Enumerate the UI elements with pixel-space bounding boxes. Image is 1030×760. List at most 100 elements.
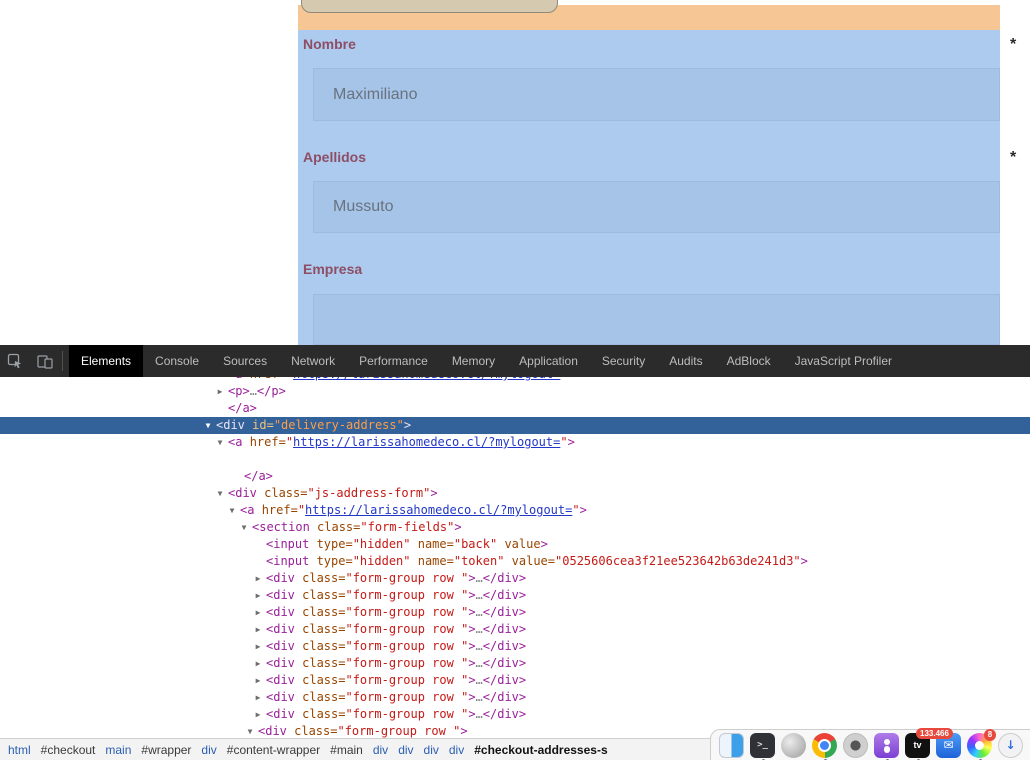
expand-arrow-icon[interactable]: ▶ [252,706,264,723]
syntax-token: name= [417,537,454,551]
launchpad-icon[interactable] [781,732,806,758]
syntax-token: href= [250,377,286,381]
tree-line[interactable]: ▶ <div class="form-group row ">…</div> [0,638,1030,655]
terminal-icon[interactable]: >_ [750,732,775,760]
syntax-token: id= [252,418,274,432]
tab-security[interactable]: Security [590,345,657,377]
tab-application[interactable]: Application [507,345,590,377]
breadcrumb-item[interactable]: #wrapper [141,743,191,757]
tree-line[interactable]: </a> [0,400,1030,417]
syntax-token: " [560,435,568,449]
syntax-token: <p> [228,384,250,398]
collapse-arrow-icon[interactable]: ▼ [226,502,238,519]
breadcrumb-item[interactable]: div [449,743,464,757]
attribute-link[interactable]: https://larissahomedeco.cl/?mylogout= [293,435,560,449]
syntax-token: <div [266,656,303,670]
tree-line[interactable]: ▶ <div class="form-group row ">…</div> [0,689,1030,706]
tree-line[interactable]: ▶ <div class="form-group row ">…</div> [0,587,1030,604]
syntax-token: > [567,435,575,449]
collapse-arrow-icon[interactable]: ▼ [202,417,214,434]
tab-performance[interactable]: Performance [347,345,440,377]
tab-sources[interactable]: Sources [211,345,279,377]
syntax-token: > [579,503,587,517]
tree-line[interactable]: ▼ <div class="js-address-form"> [0,485,1030,502]
attribute-link[interactable]: https://larissahomedeco.cl/?mylogout= [305,503,572,517]
syntax-token: <div [266,605,303,619]
expand-arrow-icon[interactable]: ▶ [252,570,264,587]
breadcrumb-item[interactable]: #content-wrapper [227,743,320,757]
breadcrumb-item[interactable]: div [424,743,439,757]
device-toolbar-icon[interactable] [30,345,60,377]
breadcrumb-item[interactable]: html [8,743,31,757]
tree-line[interactable]: ▼ <section class="form-fields"> [0,519,1030,536]
tab-memory[interactable]: Memory [440,345,507,377]
downloads-glyph: ↓ [1005,738,1016,752]
syntax-token: > [468,605,476,619]
breadcrumb-item[interactable]: #checkout-addresses-s [474,743,607,757]
syntax-token: "form-group row " [345,639,469,653]
syntax-token: … [475,571,483,585]
tree-line-selected[interactable]: ▼ <div id="delivery-address"> [0,417,1030,434]
tree-line[interactable]: ▶ <div class="form-group row ">…</div> [0,672,1030,689]
tree-line[interactable]: <input type="hidden" name="back" value> [0,536,1030,553]
expand-arrow-icon[interactable]: ▶ [252,655,264,672]
syntax-token: "form-group row " [345,673,469,687]
tree-line[interactable] [0,451,1030,468]
text-input[interactable]: Maximiliano [313,68,1000,121]
expand-arrow-icon[interactable]: ▶ [252,638,264,655]
tree-line[interactable]: <input type="hidden" name="token" value=… [0,553,1030,570]
breadcrumb-item[interactable]: div [373,743,388,757]
tab-audits[interactable]: Audits [657,345,714,377]
syntax-token: "form-fields" [360,520,455,534]
tab-adblock[interactable]: AdBlock [715,345,783,377]
tree-line[interactable]: ▼ <a href="https://larissahomedeco.cl/?my… [0,434,1030,451]
text-input[interactable]: Mussuto [313,181,1000,233]
breadcrumb-item[interactable]: main [105,743,131,757]
expand-arrow-icon[interactable]: ▶ [252,621,264,638]
collapse-arrow-icon[interactable]: ▼ [238,519,250,536]
tab-console[interactable]: Console [143,345,211,377]
collapse-arrow-icon[interactable]: ▼ [214,434,226,451]
inspect-element-icon[interactable] [0,345,30,377]
syntax-token: "js-address-form" [307,486,431,500]
expand-arrow-icon[interactable]: ▶ [252,672,264,689]
expand-arrow-icon[interactable]: ▶ [252,689,264,706]
tab-elements[interactable]: Elements [69,345,144,377]
syntax-token: class= [302,673,346,687]
expand-arrow-icon[interactable]: ▶ [214,383,226,400]
finder-icon[interactable] [719,732,744,758]
photos-icon[interactable]: 8 [967,728,996,760]
tree-line[interactable]: ▶ <div class="form-group row ">…</div> [0,604,1030,621]
expand-arrow-icon[interactable]: ▶ [252,604,264,621]
attribute-link[interactable]: https://larissahomedeco.cl/?mylogout= [293,377,560,381]
expand-arrow-icon[interactable]: ▶ [252,587,264,604]
downloads-icon[interactable]: ↓ [998,732,1023,758]
chrome-icon[interactable] [812,732,837,760]
syntax-token: </a> [244,469,273,483]
tree-line[interactable]: </a> [0,468,1030,485]
tab-network[interactable]: Network [279,345,347,377]
breadcrumb-item[interactable]: div [201,743,216,757]
syntax-token: <div [266,622,303,636]
camera-icon[interactable] [843,732,868,758]
breadcrumb-item[interactable]: #main [330,743,363,757]
divider [62,351,63,371]
collapse-arrow-icon[interactable]: ▼ [214,485,226,502]
mail-icon[interactable]: ✉ 133.466 [916,727,961,758]
text-input[interactable] [313,294,1000,345]
syntax-token: </div> [482,605,527,619]
tree-line[interactable]: ▶ <div class="form-group row ">…</div> [0,706,1030,723]
collapse-arrow-icon[interactable]: ▼ [244,723,256,738]
syntax-token: > [430,486,438,500]
tree-line[interactable]: ▶ <div class="form-group row ">…</div> [0,621,1030,638]
podcasts-icon[interactable] [874,732,899,760]
tree-line[interactable]: ▶ <p>…</p> [0,383,1030,400]
tree-line[interactable]: ▼ <a href="https://larissahomedeco.cl/?my… [0,502,1030,519]
syntax-token: class= [302,656,346,670]
syntax-token: > [460,724,468,738]
breadcrumb-item[interactable]: #checkout [41,743,96,757]
tree-line[interactable]: ▶ <div class="form-group row ">…</div> [0,570,1030,587]
breadcrumb-item[interactable]: div [398,743,413,757]
tree-line[interactable]: ▶ <div class="form-group row ">…</div> [0,655,1030,672]
tab-javascript-profiler[interactable]: JavaScript Profiler [783,345,904,377]
